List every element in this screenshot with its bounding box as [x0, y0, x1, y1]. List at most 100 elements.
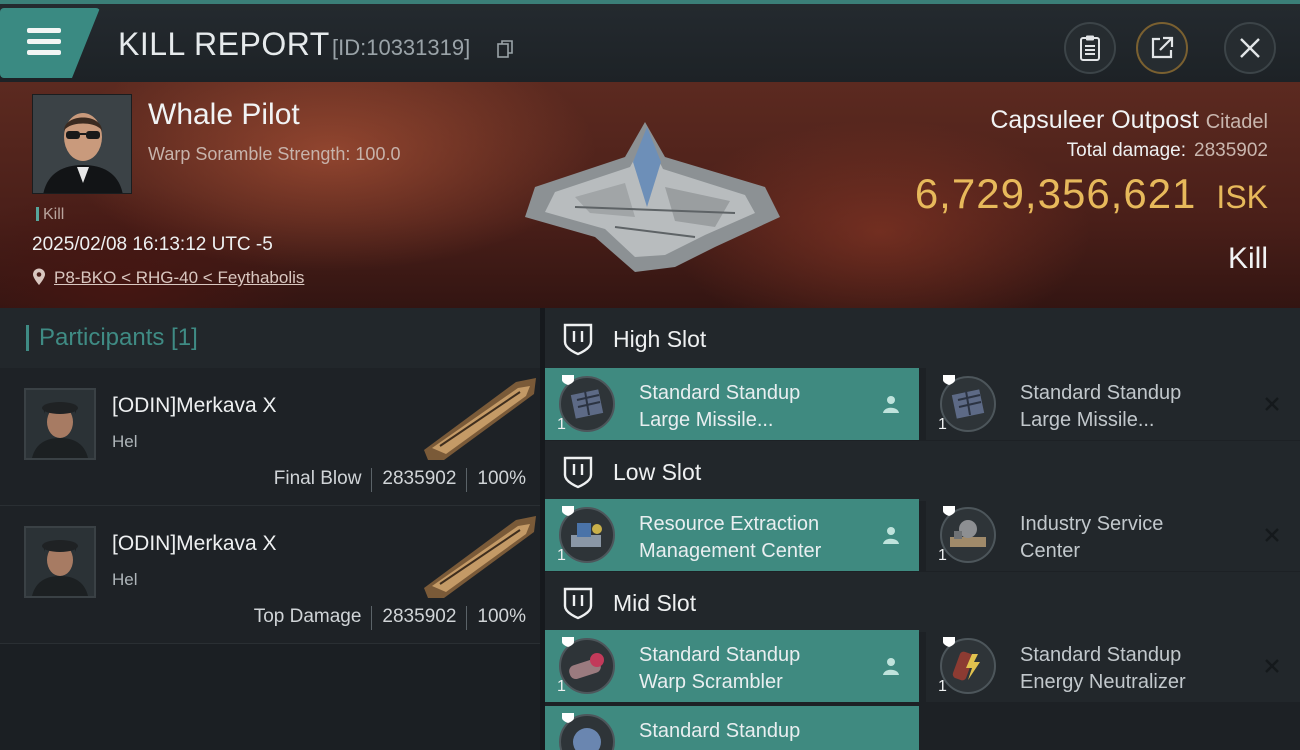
low-slot-label: Low Slot [613, 459, 702, 485]
participant-row[interactable]: [ODIN]Merkava X Hel Final Blow 2835902 1… [0, 368, 540, 506]
module-fitted[interactable]: 1 Standard Standup Warp Scrambler [545, 630, 919, 702]
divider [371, 606, 373, 630]
fitting-panel: High Slot 1 Standard Standup Large Missi… [545, 308, 1300, 750]
participant-stats: Final Blow 2835902 100% [274, 468, 526, 492]
kill-datetime: 2025/02/08 16:13:12 UTC -5 [32, 234, 273, 255]
module-name: Resource Extraction Management Center [639, 511, 879, 565]
module-name-line: Center [1020, 540, 1081, 562]
participant-avatar[interactable] [24, 388, 96, 460]
share-button[interactable] [1136, 22, 1188, 74]
avatar-image [26, 528, 94, 596]
person-icon [883, 396, 899, 413]
participants-header[interactable]: Participants [1] [0, 308, 540, 368]
location-pin-icon [33, 268, 45, 285]
slot-badge-icon [943, 637, 955, 647]
share-icon [1151, 36, 1174, 59]
module-quantity: 1 [557, 678, 566, 695]
slot-badge-icon [943, 506, 955, 516]
location-link[interactable]: P8-BKO < RHG-40 < Feythabolis [54, 268, 304, 288]
module-name-line: Standard Standup [639, 382, 801, 404]
participant-ship-image [424, 378, 536, 460]
destroyed-x-icon [1265, 397, 1279, 411]
slot-badge-icon [943, 375, 955, 385]
module-destroyed[interactable]: 1 Standard Standup Energy Neutralizer [926, 630, 1300, 702]
slot-badge-icon [562, 637, 574, 647]
victim-structure-image [525, 122, 780, 272]
module-destroyed[interactable]: 1 Industry Service Center [926, 499, 1300, 571]
module-name: Standard Standup [639, 718, 879, 745]
isk-amount: 6,729,356,621 [914, 170, 1197, 217]
participants-title: Participants [1] [39, 324, 198, 351]
mid-slot-icon [563, 587, 593, 620]
high-slot-header: High Slot [545, 308, 1300, 368]
participant-role: Final Blow [273, 468, 362, 489]
module-name-line: Management Center [639, 540, 822, 562]
clipboard-icon [1080, 35, 1100, 61]
destroyed-x-icon [1265, 528, 1279, 542]
avatar-image [26, 390, 94, 458]
kill-result: Kill [1227, 242, 1268, 275]
participant-ship-image [424, 516, 536, 598]
participant-ship: Hel [112, 432, 138, 451]
divider [466, 606, 468, 630]
close-icon [1240, 38, 1260, 58]
victim-portrait[interactable] [32, 94, 132, 194]
module-quantity: 1 [557, 547, 566, 564]
kill-report-header: KILL REPORT [ID:10331319] [0, 0, 1300, 82]
high-slot-label: High Slot [613, 326, 707, 352]
destroyed-x-icon [1265, 659, 1279, 673]
person-icon [883, 658, 899, 675]
participant-avatar[interactable] [24, 526, 96, 598]
participant-damage: 2835902 [382, 606, 457, 627]
module-name: Standard Standup Energy Neutralizer [1020, 642, 1260, 696]
participant-ship: Hel [112, 570, 138, 589]
module-quantity: 1 [938, 678, 947, 695]
module-quantity: 1 [557, 416, 566, 433]
module-quantity: 1 [938, 416, 947, 433]
page-title: KILL REPORT [118, 26, 330, 62]
participant-role: Top Damage [253, 606, 362, 627]
menu-icon-bar [27, 39, 61, 44]
menu-button[interactable] [0, 8, 100, 78]
module-fitted[interactable]: 1 Resource Extraction Management Center [545, 499, 919, 571]
clipboard-button[interactable] [1064, 22, 1116, 74]
pilot-avatar-image [33, 95, 131, 193]
total-damage-value: 2835902 [1194, 140, 1268, 161]
module-name: Standard Standup Large Missile... [639, 380, 879, 434]
module-name: Standard Standup Large Missile... [1020, 380, 1260, 434]
slot-badge-icon [562, 375, 574, 385]
module-name-line: Warp Scrambler [639, 671, 783, 693]
module-name-line: Standard Standup [639, 720, 801, 742]
module-name-line: Standard Standup [1020, 644, 1182, 666]
divider [371, 468, 373, 492]
mid-slot-label: Mid Slot [613, 590, 697, 616]
module-name-line: Standard Standup [639, 644, 801, 666]
victim-summary: Whale Pilot Warp Soramble Strength: 100.… [0, 82, 1300, 308]
participant-row[interactable]: [ODIN]Merkava X Hel Top Damage 2835902 1… [0, 506, 540, 644]
kill-tag: Kill [36, 206, 64, 224]
module-name: Industry Service Center [1020, 511, 1260, 565]
module-name-line: Standard Standup [1020, 382, 1182, 404]
module-fitted[interactable]: 1 Standard Standup Large Missile... [545, 368, 919, 440]
copy-id-icon[interactable] [497, 40, 513, 58]
person-icon [883, 527, 899, 544]
participant-damage: 2835902 [382, 468, 457, 489]
module-name: Standard Standup Warp Scrambler [639, 642, 879, 696]
close-button[interactable] [1224, 22, 1276, 74]
isk-value: 6,729,356,621 ISK [915, 170, 1268, 218]
report-id: [ID:10331319] [332, 35, 471, 60]
divider [466, 468, 468, 492]
participant-percent: 100% [477, 468, 526, 489]
module-name-line: Resource Extraction [639, 513, 820, 535]
slot-badge-icon [562, 506, 574, 516]
module-destroyed[interactable]: 1 Standard Standup Large Missile... [926, 368, 1300, 440]
module-fitted[interactable]: Standard Standup [545, 706, 919, 750]
structure-name: Capsuleer Outpost [990, 106, 1199, 134]
module-name-line: Industry Service [1020, 513, 1164, 535]
module-name-line: Energy Neutralizer [1020, 671, 1186, 693]
total-damage: Total damage: 2835902 [1067, 140, 1268, 162]
participant-percent: 100% [477, 606, 526, 627]
warp-scramble-strength: Warp Soramble Strength: 100.0 [148, 144, 401, 164]
isk-unit: ISK [1216, 179, 1268, 215]
total-damage-label: Total damage: [1066, 140, 1187, 161]
